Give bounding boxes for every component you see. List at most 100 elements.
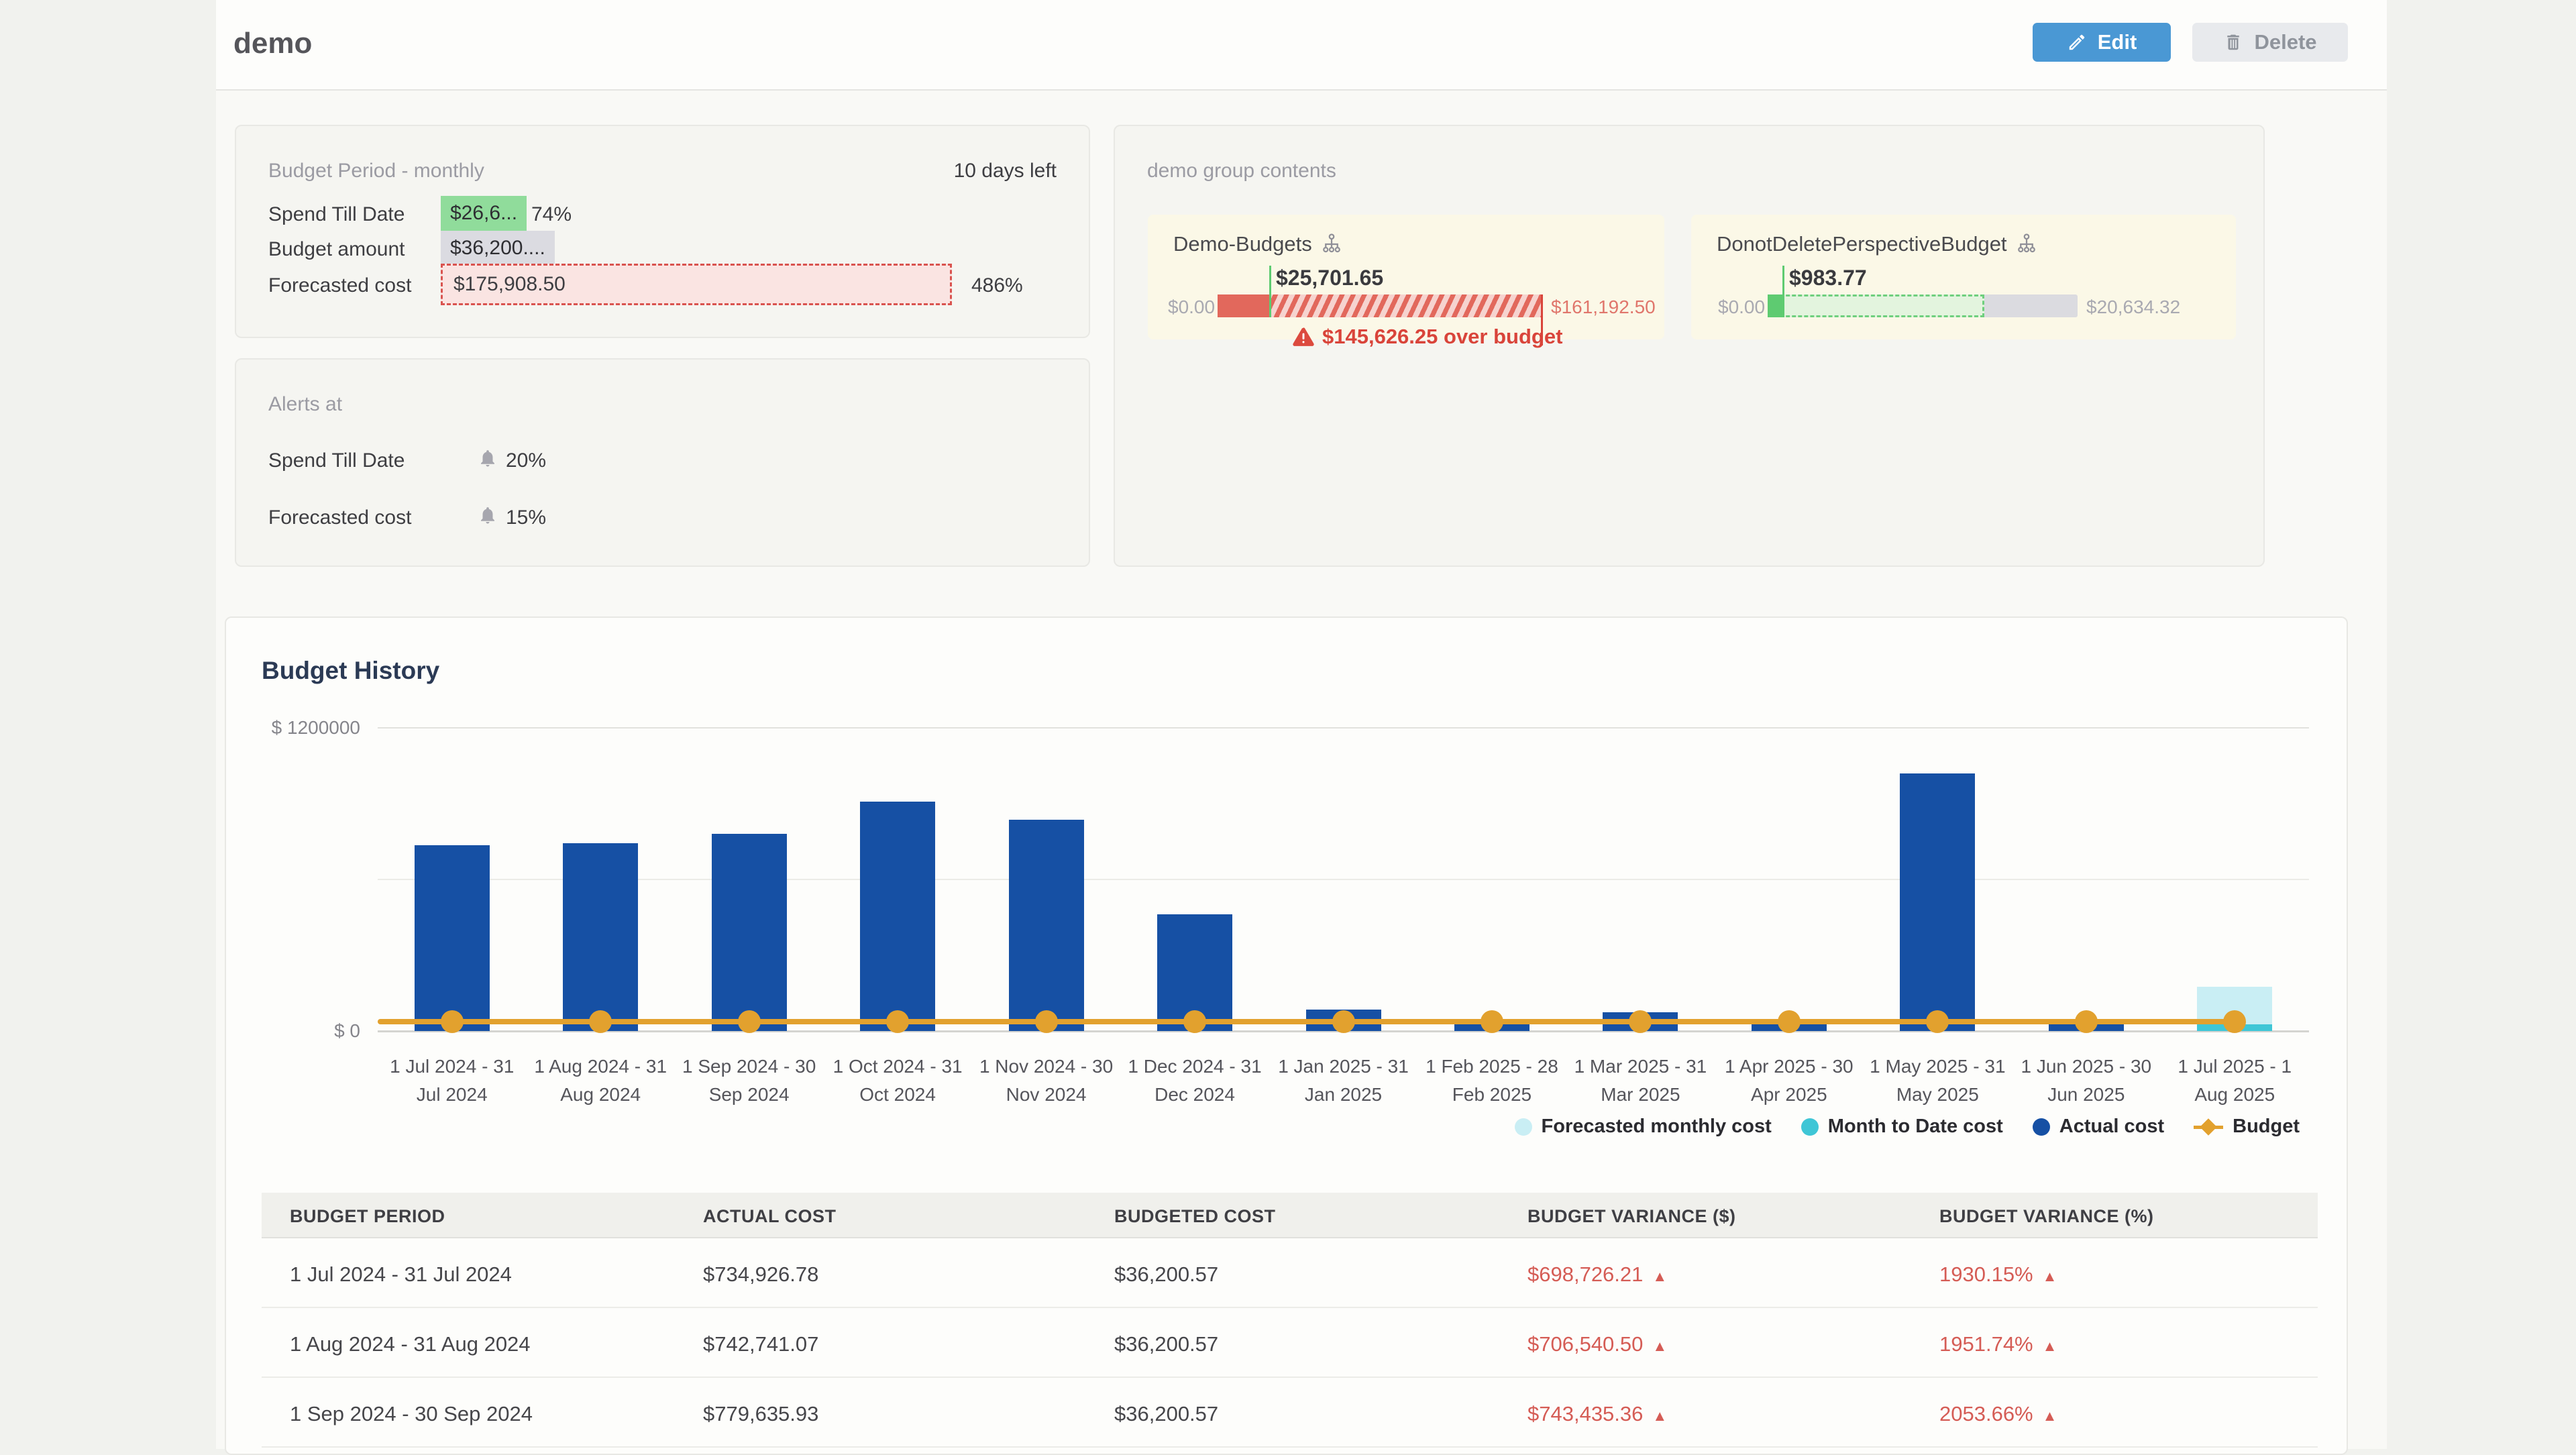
column-header: BUDGETED COST (1114, 1206, 1276, 1227)
budget-name-text: DonotDeletePerspectiveBudget (1717, 232, 2007, 256)
column-header: BUDGET PERIOD (290, 1206, 445, 1227)
variance-up-triangle-icon: ▲ (1652, 1338, 1667, 1354)
budget-progress-bar-over (1218, 294, 1543, 317)
page-title: demo (233, 27, 312, 60)
column-header: ACTUAL COST (703, 1206, 837, 1227)
alert-spend-label: Spend Till Date (268, 449, 405, 472)
cell-period: 1 Aug 2024 - 31 Aug 2024 (290, 1332, 531, 1356)
column-header: BUDGET VARIANCE (%) (1939, 1206, 2154, 1227)
legend-label: Budget (2233, 1116, 2300, 1138)
forecasted-cost-bar: $175,908.50 (441, 264, 952, 305)
x-axis-tick-label: 1 Oct 2024 - 31 Oct 2024 (824, 1053, 971, 1109)
bar-min-label: $0.00 (1718, 297, 1765, 318)
forecast-portion (1768, 294, 1984, 317)
forecasted-cost-label: Forecasted cost (268, 274, 411, 297)
spend-marker-line (1269, 266, 1271, 317)
pencil-icon (2067, 32, 2087, 52)
x-axis-tick-label: 1 Jul 2024 - 31 Jul 2024 (378, 1053, 526, 1109)
page-content: demo Edit Delete Budget Period - monthly… (216, 0, 2387, 1449)
delete-button[interactable]: Delete (2192, 23, 2348, 62)
x-axis-tick-label: 1 Jul 2025 - 1 Aug 2025 (2161, 1053, 2308, 1109)
legend-item-budget: Budget (2194, 1116, 2300, 1138)
actual-cost-bar (415, 845, 490, 1031)
spend-till-date-percent: 74% (531, 203, 572, 226)
variance-up-triangle-icon: ▲ (1652, 1268, 1667, 1285)
chart-legend: Forecasted monthly costMonth to Date cos… (1515, 1116, 2300, 1138)
cell-actual: $742,741.07 (703, 1332, 818, 1356)
budget-history-table: BUDGET PERIOD ACTUAL COST BUDGETED COST BUD… (262, 1193, 2318, 1448)
x-axis-tick-label: 1 Mar 2025 - 31 Mar 2025 (1566, 1053, 1714, 1109)
x-axis-tick-label: 1 Jun 2025 - 30 Jun 2025 (2012, 1053, 2160, 1109)
budget-history-chart: $ 1200000 $ 0 1 Jul 2024 - 31 Jul 20241 … (226, 618, 2349, 1175)
budget-name-text: Demo-Budgets (1173, 232, 1312, 256)
budget-tile-donotdelete[interactable]: DonotDeletePerspectiveBudget $983.77 $0.… (1691, 215, 2236, 339)
legend-label: Month to Date cost (1828, 1116, 2003, 1138)
cell-budgeted: $36,200.57 (1114, 1332, 1218, 1356)
x-axis-tick-label: 1 Nov 2024 - 30 Nov 2024 (973, 1053, 1120, 1109)
variance-up-triangle-icon: ▲ (2043, 1268, 2057, 1285)
trash-icon (2223, 32, 2243, 52)
cell-variance_usd: $706,540.50▲ (1527, 1332, 1667, 1356)
actual-cost-bar (563, 843, 638, 1031)
gridline-middle (378, 879, 2309, 880)
bar-max-label: $161,192.50 (1551, 297, 1656, 318)
budget-period-card-title: Budget Period - monthly (268, 160, 484, 182)
gridline-top (378, 727, 2309, 729)
forecasted-cost-percent: 486% (971, 274, 1023, 297)
actual-cost-bar (1009, 820, 1084, 1031)
cell-variance_pct: 1930.15%▲ (1939, 1262, 2057, 1287)
edit-button-label: Edit (2098, 30, 2137, 54)
spend-marker-line (1782, 266, 1784, 317)
budget-marker (2075, 1010, 2098, 1033)
bell-icon (478, 448, 498, 468)
cell-variance_usd: $698,726.21▲ (1527, 1262, 1667, 1287)
spend-till-date-label: Spend Till Date (268, 203, 405, 226)
budget-progress-bar-under (1768, 294, 2078, 317)
alert-forecast-value: 15% (506, 506, 546, 529)
cell-actual: $734,926.78 (703, 1262, 818, 1287)
budget-line (378, 1019, 2235, 1024)
edit-button[interactable]: Edit (2033, 23, 2171, 62)
group-contents-card: demo group contents Demo-Budgets $25,701… (1114, 125, 2265, 567)
hierarchy-icon (1322, 232, 1342, 256)
actual-cost-legend-dot-icon (2033, 1118, 2050, 1136)
budget-period-card: Budget Period - monthly 10 days left Spe… (235, 125, 1090, 338)
spend-portion (1768, 294, 1782, 317)
over-budget-alert: $145,626.25 over budget (1293, 325, 1562, 349)
x-axis-tick-label: 1 Apr 2025 - 30 Apr 2025 (1715, 1053, 1863, 1109)
budget-tile-name: Demo-Budgets (1173, 232, 1342, 256)
bar-min-label: $0.00 (1168, 297, 1215, 318)
spend-till-date-chip: $26,6... (441, 196, 527, 231)
x-axis-tick-label: 1 Dec 2024 - 31 Dec 2024 (1121, 1053, 1269, 1109)
budget-marker (1778, 1010, 1801, 1033)
hierarchy-icon (2017, 232, 2037, 256)
forecasted-monthly-cost-legend-dot-icon (1515, 1118, 1532, 1136)
x-axis-tick-label: 1 Sep 2024 - 30 Sep 2024 (676, 1053, 823, 1109)
cell-budgeted: $36,200.57 (1114, 1402, 1218, 1426)
budget-tile-demo-budgets[interactable]: Demo-Budgets $25,701.65 $0.00 $161,192.5… (1148, 215, 1664, 339)
budget-amount-chip: $36,200.... (441, 231, 555, 266)
alert-forecast-label: Forecasted cost (268, 506, 411, 529)
alerts-card-title: Alerts at (268, 393, 342, 416)
x-axis-tick-label: 1 Jan 2025 - 31 Jan 2025 (1270, 1053, 1417, 1109)
budget-marker (738, 1010, 761, 1033)
month-to-date-cost-legend-dot-icon (1801, 1118, 1819, 1136)
cell-budgeted: $36,200.57 (1114, 1262, 1218, 1287)
actual-cost-bar (712, 834, 787, 1031)
delete-button-label: Delete (2254, 30, 2316, 54)
y-axis-label-bottom: $ 0 (246, 1020, 360, 1042)
cell-variance_usd: $743,435.36▲ (1527, 1402, 1667, 1426)
cell-period: 1 Sep 2024 - 30 Sep 2024 (290, 1402, 533, 1426)
legend-item-month-to-date-cost: Month to Date cost (1801, 1116, 2003, 1138)
budget-amount-label: Budget amount (268, 238, 405, 261)
variance-up-triangle-icon: ▲ (1652, 1407, 1667, 1424)
table-row: 1 Jul 2024 - 31 Jul 2024$734,926.78$36,2… (262, 1238, 2318, 1308)
group-contents-title: demo group contents (1147, 160, 1336, 182)
budget-current-value: $983.77 (1789, 266, 1867, 290)
budget-marker (1332, 1010, 1355, 1033)
x-axis-tick-label: 1 Aug 2024 - 31 Aug 2024 (527, 1053, 674, 1109)
variance-up-triangle-icon: ▲ (2043, 1338, 2057, 1354)
y-axis-label-top: $ 1200000 (246, 717, 360, 739)
spend-portion (1218, 294, 1269, 317)
over-budget-text: $145,626.25 over budget (1322, 325, 1562, 349)
